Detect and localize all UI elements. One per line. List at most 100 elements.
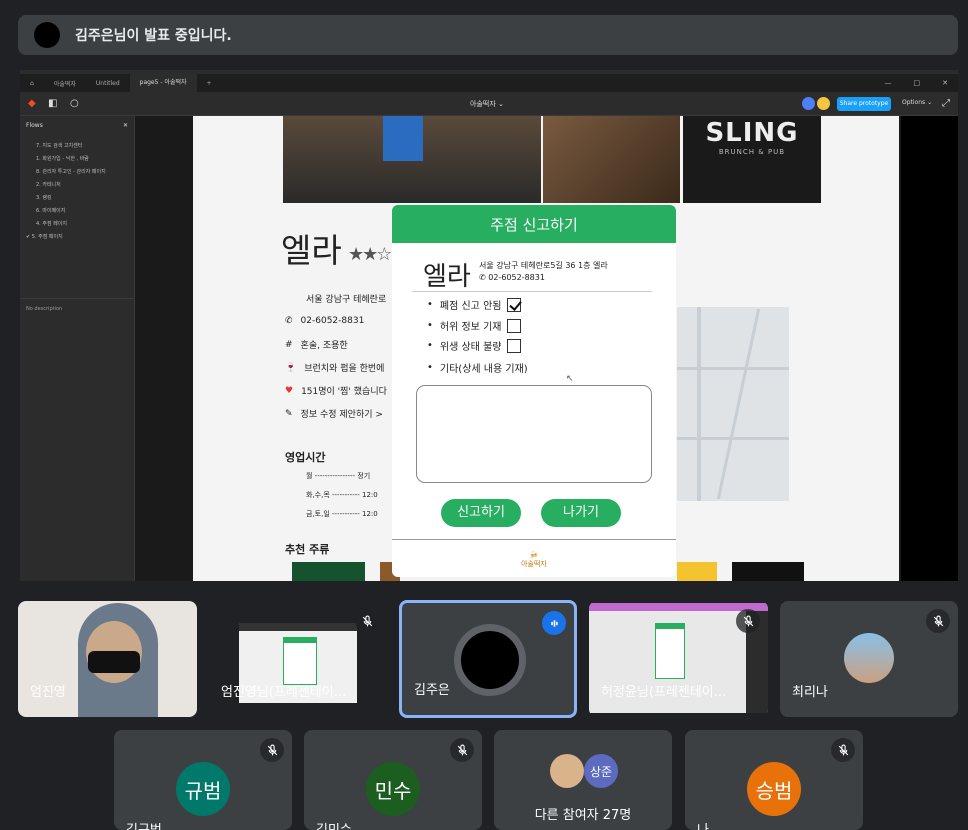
phone-row: ✆ 02-6052-8831 xyxy=(285,316,364,326)
mask xyxy=(88,651,140,673)
desc-text: 브런치와 펍을 한번에 xyxy=(304,364,385,374)
report-option-false-info: • 허위 정보 기재 xyxy=(427,318,522,333)
participant-avatar: 상준 xyxy=(584,754,618,788)
drink-image xyxy=(732,562,804,581)
restaurant-photo-2 xyxy=(543,116,680,203)
participant-tile[interactable]: 엄진영 xyxy=(18,601,197,717)
report-option-other: • 기타(상세 내용 기재) xyxy=(427,362,528,375)
participant-tile[interactable]: 최리나 xyxy=(780,601,958,717)
participant-avatar xyxy=(550,754,584,788)
flow-item[interactable]: 4. 주점 페이지 xyxy=(20,217,134,230)
self-tile[interactable]: 승범 나 xyxy=(685,730,863,830)
sling-sub: BRUNCH & PUB xyxy=(718,148,786,156)
hours-row: 금,토,일 ----------- 12:0 xyxy=(306,510,378,518)
home-icon[interactable]: ⌂ xyxy=(20,80,44,87)
flow-item[interactable]: 6. 마이페이지 xyxy=(20,204,134,217)
likes-row: ♥ 151명이 '찜' 했습니다 xyxy=(285,384,387,398)
checkbox-false-info[interactable] xyxy=(507,318,522,333)
user-avatar[interactable] xyxy=(802,97,815,110)
file-title[interactable]: 아술떡자 ⌄ xyxy=(470,99,504,109)
wine-glass-icon: 🍷 xyxy=(285,362,297,373)
participant-tile[interactable]: 민수 김민수 xyxy=(304,730,482,830)
modal-phone-text: 02-6052-8831 xyxy=(488,273,545,282)
close-icon[interactable]: ✕ xyxy=(123,122,128,129)
phone-icon: ✆ xyxy=(479,273,486,282)
owner-text: 혼술, 조용한 xyxy=(300,341,348,351)
speaking-indicator-icon xyxy=(542,611,566,635)
checkbox-hygiene[interactable] xyxy=(507,338,522,353)
other-participants-tile[interactable]: 상준 다른 참여자 27명 xyxy=(494,730,672,830)
rating-stars: ★★☆ xyxy=(348,244,392,265)
tab-file-2[interactable]: Untitled xyxy=(86,80,130,87)
sling-logo: SLING xyxy=(705,118,799,148)
restaurant-photo-1 xyxy=(283,116,541,203)
layout-icon[interactable]: ◧ xyxy=(48,98,57,109)
no-description: No description xyxy=(26,306,63,312)
checkbox-closed[interactable] xyxy=(507,297,522,312)
flow-item[interactable]: 8. 관리자 투고인 - 관리자 페이지 xyxy=(20,165,134,178)
flows-title: Flows xyxy=(26,122,43,129)
presentation-banner: 김주은님이 발표 중입니다. xyxy=(18,15,958,55)
participant-name: 최리나 xyxy=(792,685,828,700)
muted-mic-icon xyxy=(831,738,855,762)
comment-icon[interactable]: ○ xyxy=(70,98,79,109)
participant-avatar xyxy=(844,633,894,683)
participant-avatar xyxy=(454,624,526,696)
flow-item[interactable]: ✔ 5. 주점 페이지 xyxy=(20,230,134,243)
close-window-icon[interactable]: ✕ xyxy=(942,74,948,92)
pencil-icon: ✎ xyxy=(285,408,293,419)
participant-tile-speaking[interactable]: 김주은 xyxy=(399,600,577,718)
muted-mic-icon xyxy=(450,738,474,762)
hours-row: 월 ---------------- 정기 xyxy=(306,472,371,480)
report-modal: 주점 신고하기 엘라 서울 강남구 테헤란로5길 36 1층 엘라 ✆ 02-6… xyxy=(392,205,676,577)
muted-mic-icon xyxy=(260,738,284,762)
restaurant-address: 서울 강남구 테헤란로 xyxy=(306,295,387,305)
flow-item[interactable]: 3. 랭킹 xyxy=(20,191,134,204)
participant-tile[interactable]: 규범 김규범 xyxy=(114,730,292,830)
option-label: 폐점 신고 안됨 xyxy=(439,301,502,312)
exit-button[interactable]: 나가기 xyxy=(541,499,621,527)
flow-item[interactable]: 7. 지도 검색 고치센터 xyxy=(20,139,134,152)
modal-restaurant-name: 엘라 xyxy=(423,262,471,292)
participant-name: 엄진영 xyxy=(30,685,66,700)
participant-name: 엄진영님(프레젠테이... xyxy=(221,685,347,700)
hours-row: 화,수,목 ----------- 12:0 xyxy=(306,491,378,499)
drink-image xyxy=(292,562,365,581)
figma-logo-icon[interactable]: ◆ xyxy=(28,98,36,109)
edit-row[interactable]: ✎ 정보 수정 제안하기 > xyxy=(285,407,383,421)
restaurant-name: 엘라 xyxy=(281,231,342,270)
map-view[interactable] xyxy=(677,307,789,501)
user-avatar-2[interactable] xyxy=(817,97,830,110)
muted-mic-icon xyxy=(355,609,379,633)
maximize-icon[interactable]: □ xyxy=(914,74,921,92)
fullscreen-icon[interactable]: ⤢ xyxy=(942,98,950,109)
participant-tile[interactable]: 허정윤님(프레젠테이... xyxy=(589,601,768,717)
report-details-textarea[interactable] xyxy=(416,385,652,483)
share-prototype-button[interactable]: Share prototype xyxy=(837,97,891,111)
participant-tile[interactable]: 엄진영님(프레젠테이... xyxy=(209,601,387,717)
divider xyxy=(412,291,652,292)
app-logo-text: 아술떡자 xyxy=(521,560,547,568)
flows-panel: Flows ✕ 7. 지도 검색 고치센터 1. 화원가입 - 닉한 , 바람 8. … xyxy=(20,116,135,581)
drinks-title: 추천 주류 xyxy=(285,543,330,556)
flow-item[interactable]: 1. 화원가입 - 닉한 , 바람 xyxy=(20,152,134,165)
report-button[interactable]: 신고하기 xyxy=(441,499,521,527)
edit-suggestion-link[interactable]: 정보 수정 제안하기 > xyxy=(301,407,383,420)
tab-file-1[interactable]: 아술떡자 xyxy=(44,79,86,88)
report-option-hygiene: • 위생 상태 불량 xyxy=(427,338,522,353)
option-label: 위생 상태 불량 xyxy=(439,342,502,353)
tab-file-3[interactable]: page5 - 아술떡자 xyxy=(129,74,197,92)
phone-text: 02-6052-8831 xyxy=(300,316,365,326)
heart-icon: ♥ xyxy=(285,385,294,396)
minimize-icon[interactable]: — xyxy=(885,74,892,92)
flow-item[interactable]: 2. 카테니처 xyxy=(20,178,134,191)
options-menu[interactable]: Options ⌄ xyxy=(902,99,932,106)
hours-title: 영업시간 xyxy=(285,451,326,464)
option-label: 허위 정보 기재 xyxy=(439,322,502,333)
drink-image xyxy=(677,562,717,581)
participant-name: 김주은 xyxy=(414,683,450,698)
mouse-cursor-icon: ↖ xyxy=(566,374,574,384)
modal-phone: ✆ 02-6052-8831 xyxy=(479,273,545,282)
new-tab-icon[interactable]: + xyxy=(197,80,222,87)
restaurant-photo-3: SLING BRUNCH & PUB xyxy=(683,116,821,203)
